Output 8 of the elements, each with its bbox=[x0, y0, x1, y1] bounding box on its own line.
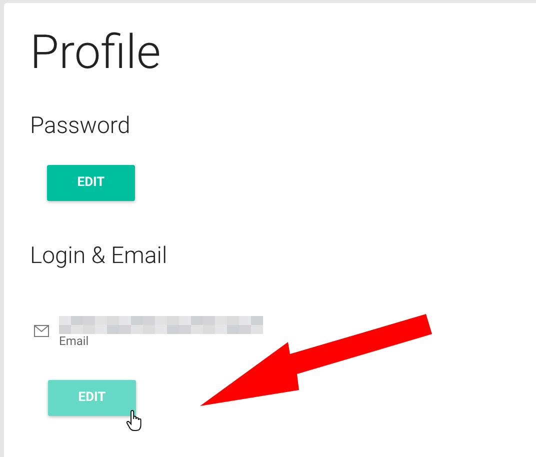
hand-cursor-icon bbox=[126, 410, 144, 432]
page-title: Profile bbox=[30, 24, 161, 82]
mail-icon bbox=[34, 325, 49, 337]
edit-button[interactable]: EDIT bbox=[47, 165, 135, 201]
section-heading: Login & Email bbox=[30, 241, 168, 271]
email-caption: Email bbox=[59, 334, 89, 348]
section-heading: Password bbox=[30, 111, 130, 141]
edit-button[interactable]: EDIT bbox=[48, 380, 136, 416]
